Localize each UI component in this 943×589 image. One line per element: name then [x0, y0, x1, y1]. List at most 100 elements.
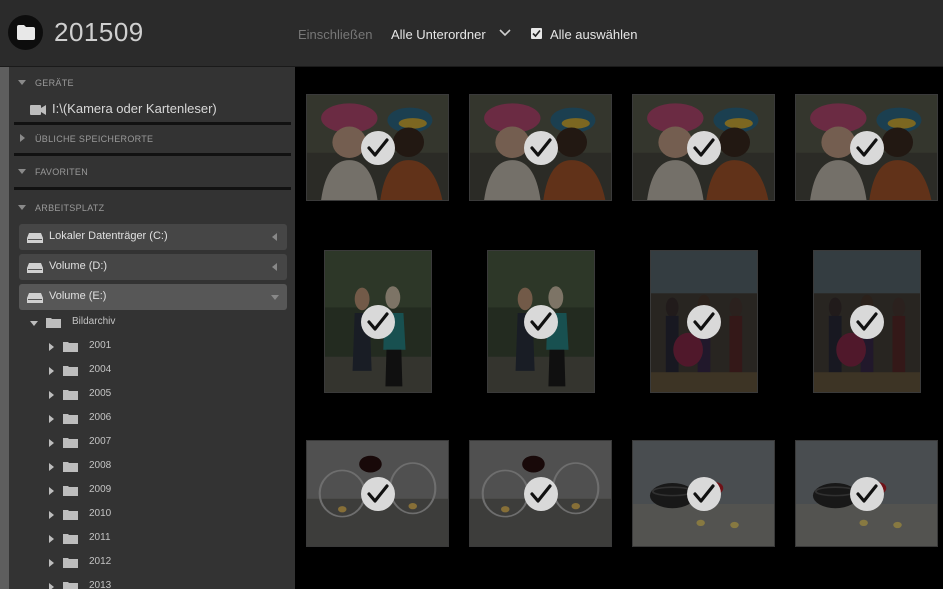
drive-label: Volume (D:): [49, 260, 108, 272]
photo-thumbnail[interactable]: [632, 440, 775, 547]
top-bar: 201509 Einschließen Alle Unterordner All…: [0, 0, 943, 67]
tree-folder-year[interactable]: 2005: [49, 387, 279, 403]
folder-icon: [63, 342, 78, 352]
chevron-down-icon[interactable]: [499, 29, 511, 37]
folder-icon[interactable]: [8, 15, 43, 50]
drive-icon: [27, 233, 43, 243]
devices-heading[interactable]: GERÄTE: [35, 78, 74, 88]
drive-label: Lokaler Datenträger (C:): [49, 230, 168, 242]
tree-folder-label: 2013: [89, 580, 112, 589]
camera-device-item[interactable]: I:\(Kamera oder Kartenleser): [30, 101, 290, 119]
expand-arrow-icon[interactable]: [272, 233, 277, 241]
common-locations-heading[interactable]: ÜBLICHE SPEICHERORTE: [35, 134, 153, 144]
tree-folder-year[interactable]: 2006: [49, 411, 279, 427]
disclosure-triangle-icon[interactable]: [49, 343, 54, 351]
checkmark-icon[interactable]: [360, 130, 395, 165]
folder-icon: [63, 462, 78, 472]
disclosure-triangle-icon[interactable]: [49, 367, 54, 375]
tree-folder-label: 2005: [89, 388, 112, 399]
divider: [14, 122, 291, 125]
disclosure-triangle-icon[interactable]: [49, 583, 54, 589]
tree-folder-year[interactable]: 2009: [49, 483, 279, 499]
source-panel: GERÄTE I:\(Kamera oder Kartenleser) ÜBLI…: [0, 67, 295, 589]
folder-icon: [63, 582, 78, 589]
checkmark-icon[interactable]: [686, 476, 721, 511]
folder-icon: [63, 486, 78, 496]
drive-item-e[interactable]: Volume (E:): [19, 284, 287, 310]
disclosure-triangle-icon[interactable]: [49, 391, 54, 399]
tree-folder-label: Bildarchiv: [72, 316, 116, 327]
photo-thumbnail[interactable]: [306, 440, 449, 547]
collapse-triangle-icon[interactable]: [18, 169, 26, 174]
folder-title: 201509: [54, 17, 144, 47]
tree-folder-year[interactable]: 2004: [49, 363, 279, 379]
tree-folder-label: 2011: [89, 532, 111, 543]
photo-thumbnail[interactable]: [632, 94, 775, 201]
tree-folder-label: 2010: [89, 508, 112, 519]
folder-icon: [63, 366, 78, 376]
drive-item-d[interactable]: Volume (D:): [19, 254, 287, 280]
tree-folder-bildarchiv[interactable]: Bildarchiv: [30, 315, 282, 331]
tree-folder-year[interactable]: 2001: [49, 339, 279, 355]
workspace-heading[interactable]: ARBEITSPLATZ: [35, 203, 104, 213]
select-all-checkbox[interactable]: [531, 28, 542, 39]
disclosure-triangle-icon[interactable]: [30, 321, 38, 326]
checkmark-icon[interactable]: [849, 130, 884, 165]
tree-folder-year[interactable]: 2011: [49, 531, 279, 547]
favorites-heading[interactable]: FAVORITEN: [35, 167, 88, 177]
tree-folder-label: 2001: [89, 340, 112, 351]
drive-icon: [27, 263, 43, 273]
tree-folder-label: 2007: [89, 436, 112, 447]
collapse-arrow-icon[interactable]: [271, 295, 279, 300]
checkmark-icon[interactable]: [361, 304, 395, 339]
folder-icon: [63, 558, 78, 568]
device-label: I:\(Kamera oder Kartenleser): [52, 101, 217, 116]
folder-icon: [63, 390, 78, 400]
collapse-triangle-icon[interactable]: [18, 205, 26, 210]
checkmark-icon[interactable]: [523, 476, 558, 511]
disclosure-triangle-icon[interactable]: [49, 439, 54, 447]
divider: [14, 187, 291, 190]
tree-folder-label: 2012: [89, 556, 112, 567]
photo-thumbnail[interactable]: [795, 440, 938, 547]
folder-icon: [63, 534, 78, 544]
disclosure-triangle-icon[interactable]: [49, 559, 54, 567]
photo-thumbnail[interactable]: [650, 250, 758, 393]
disclosure-triangle-icon[interactable]: [49, 463, 54, 471]
tree-folder-year[interactable]: 2012: [49, 555, 279, 571]
select-all-label[interactable]: Alle auswählen: [550, 27, 637, 42]
photo-thumbnail[interactable]: [469, 440, 612, 547]
collapse-triangle-icon[interactable]: [18, 80, 26, 85]
checkmark-icon[interactable]: [686, 130, 721, 165]
drive-item-c[interactable]: Lokaler Datenträger (C:): [19, 224, 287, 250]
disclosure-triangle-icon[interactable]: [49, 511, 54, 519]
disclosure-triangle-icon[interactable]: [49, 415, 54, 423]
tree-folder-year[interactable]: 2007: [49, 435, 279, 451]
photo-thumbnail[interactable]: [813, 250, 921, 393]
panel-edge-handle[interactable]: [0, 67, 9, 589]
photo-thumbnail[interactable]: [795, 94, 938, 201]
folder-icon: [46, 318, 61, 328]
subfolders-dropdown[interactable]: Alle Unterordner: [391, 27, 486, 42]
tree-folder-year[interactable]: 2010: [49, 507, 279, 523]
expand-arrow-icon[interactable]: [272, 263, 277, 271]
camera-icon: [30, 105, 46, 115]
photo-thumbnail[interactable]: [306, 94, 449, 201]
checkmark-icon[interactable]: [687, 304, 721, 339]
photo-thumbnail[interactable]: [487, 250, 595, 393]
tree-folder-year[interactable]: 2013: [49, 579, 279, 589]
folder-icon: [63, 438, 78, 448]
drive-icon: [27, 293, 43, 303]
photo-thumbnail[interactable]: [324, 250, 432, 393]
tree-folder-year[interactable]: 2008: [49, 459, 279, 475]
disclosure-triangle-icon[interactable]: [49, 535, 54, 543]
disclosure-triangle-icon[interactable]: [49, 487, 54, 495]
expand-triangle-icon[interactable]: [20, 134, 25, 142]
checkmark-icon[interactable]: [360, 476, 395, 511]
checkmark-icon[interactable]: [523, 130, 558, 165]
folder-icon: [63, 510, 78, 520]
checkmark-icon[interactable]: [524, 304, 558, 339]
photo-thumbnail[interactable]: [469, 94, 612, 201]
checkmark-icon[interactable]: [849, 476, 884, 511]
checkmark-icon[interactable]: [850, 304, 884, 339]
